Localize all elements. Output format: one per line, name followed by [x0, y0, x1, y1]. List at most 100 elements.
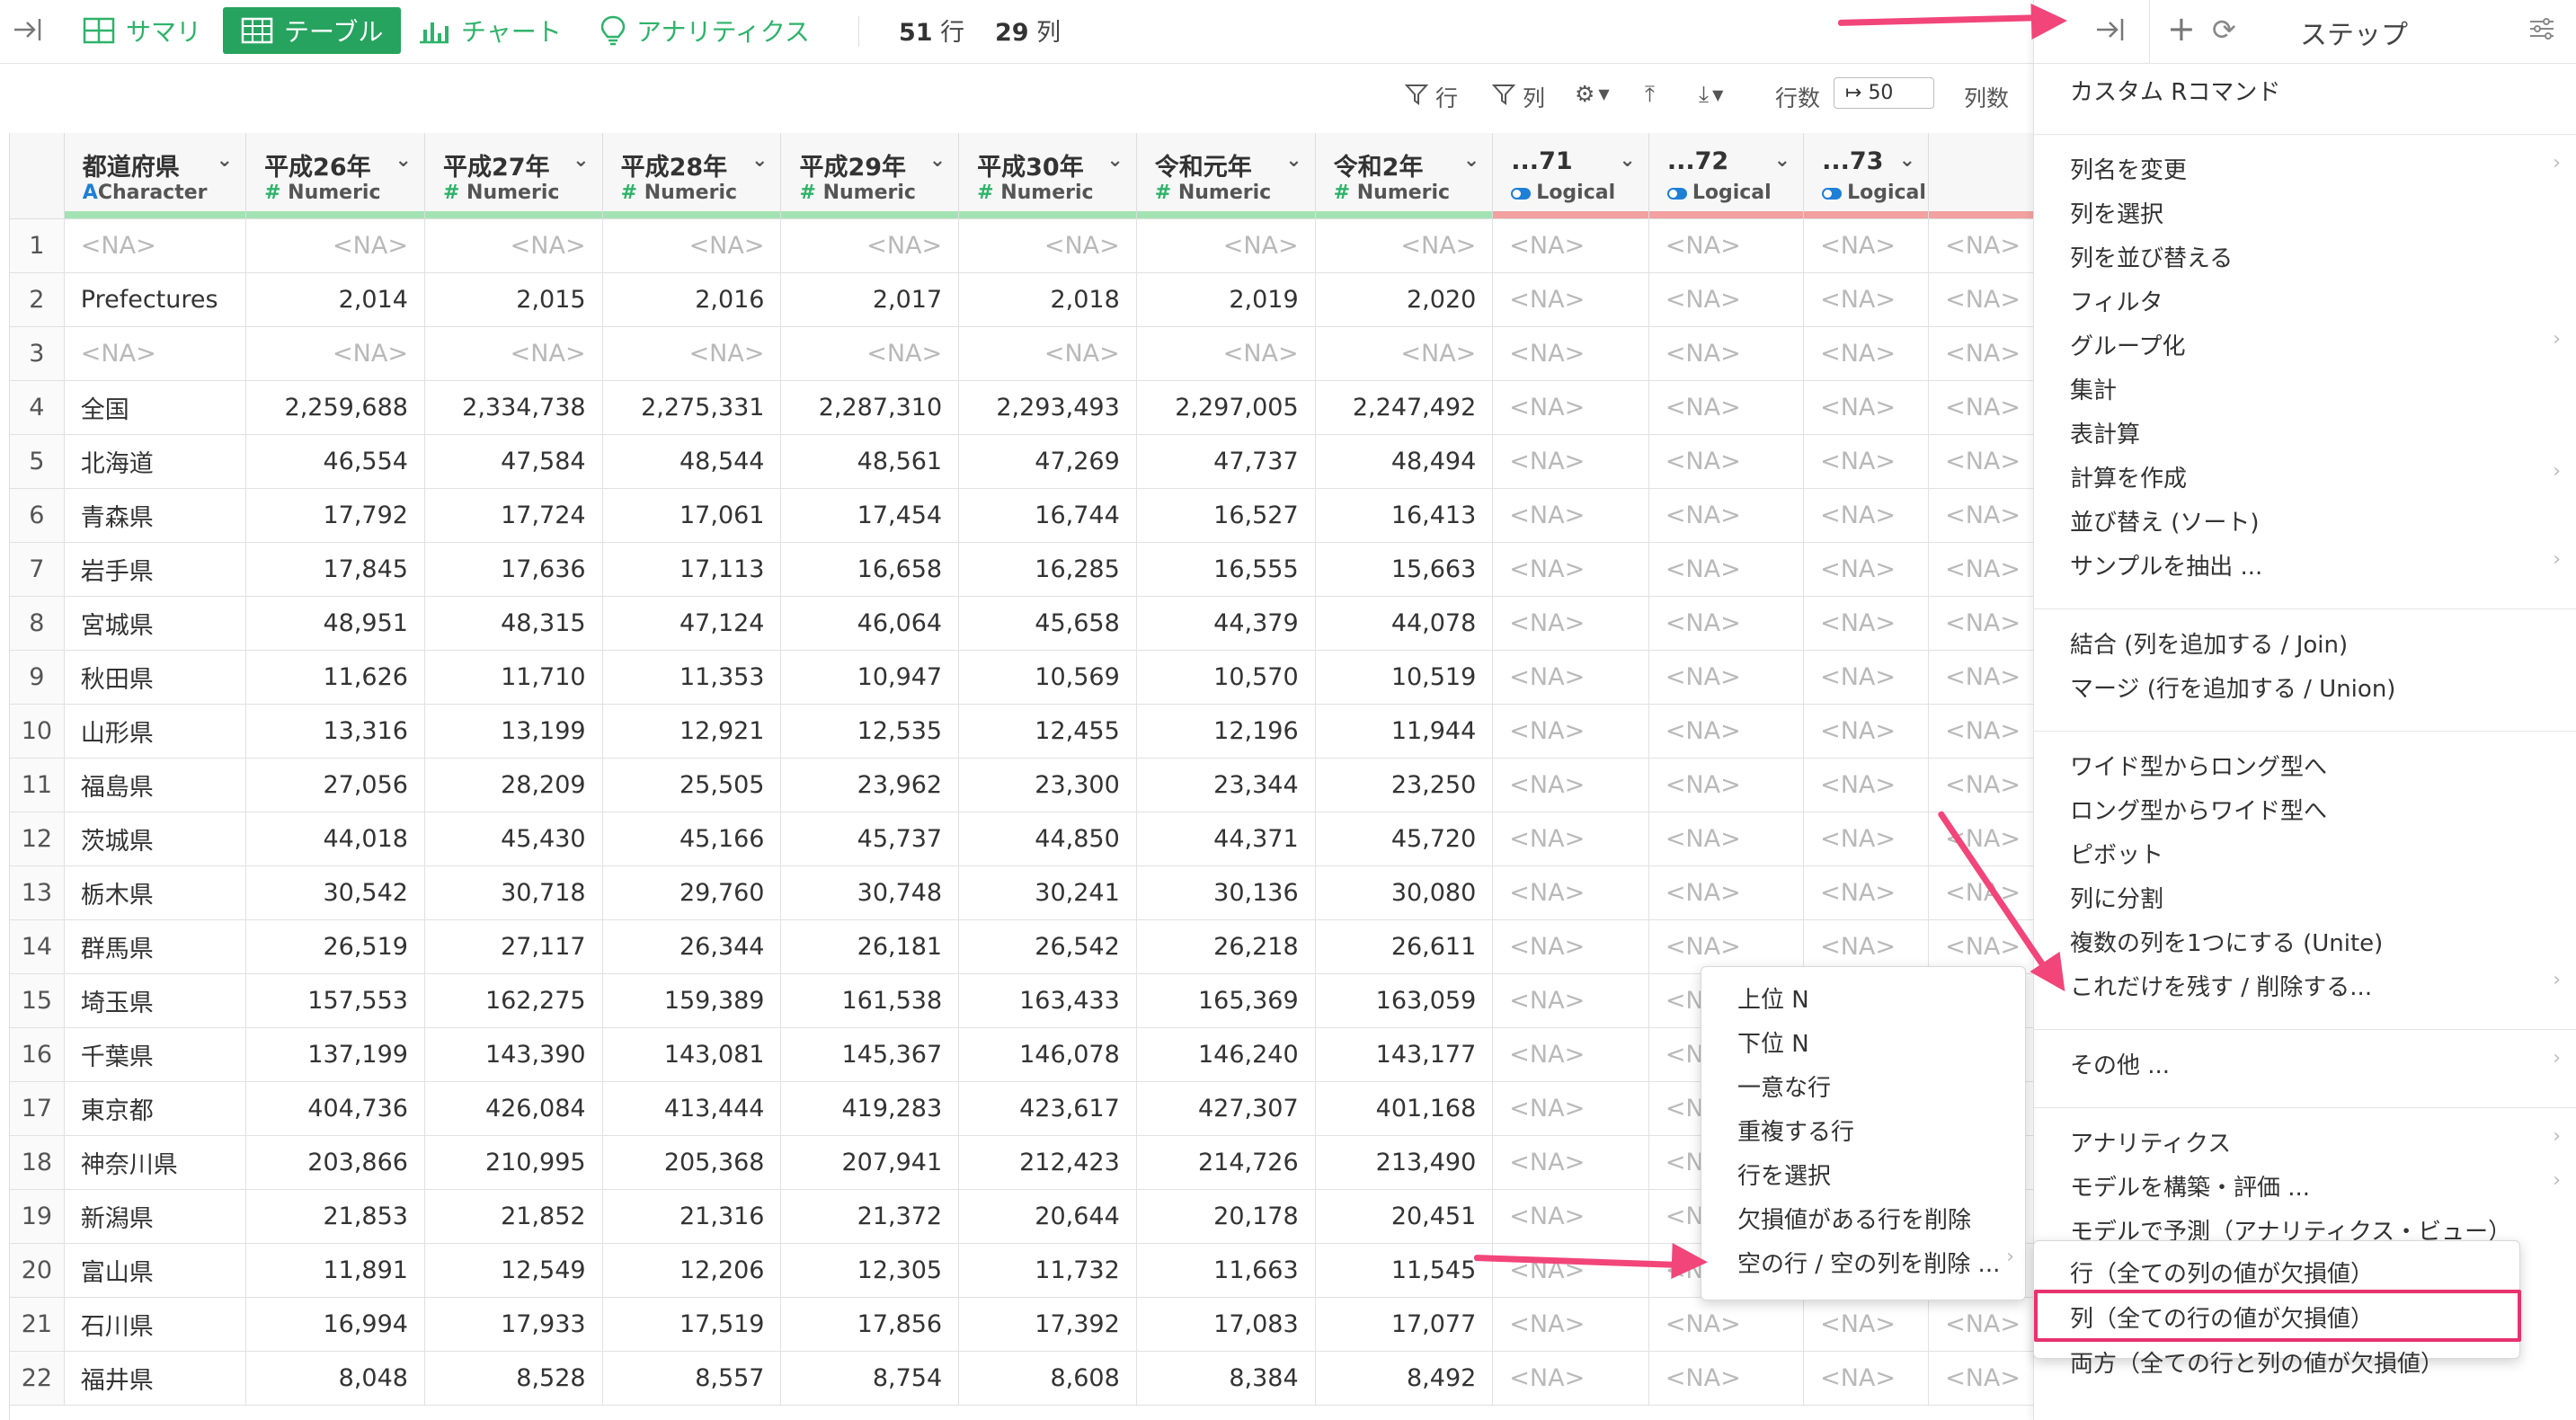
- submenu-item[interactable]: 上位 N: [1737, 981, 1809, 1015]
- table-cell: <NA>: [1492, 326, 1649, 381]
- table-cell: 2,275,331: [602, 380, 782, 435]
- tab-summary[interactable]: サマリ: [83, 7, 201, 54]
- menu-item[interactable]: マージ (行を追加する / Union): [2070, 670, 2395, 704]
- table-cell: 161,538: [780, 973, 960, 1028]
- refresh-icon[interactable]: ⟳: [2212, 13, 2236, 47]
- chevron-down-icon[interactable]: ⌄: [1619, 149, 1635, 172]
- row-count-input[interactable]: ↦ 50: [1834, 77, 1934, 109]
- table-cell: <NA>: [1648, 434, 1805, 489]
- table-cell: 207,941: [780, 1135, 960, 1190]
- column-header[interactable]: ...73 Logical ⌄: [1803, 133, 1930, 219]
- column-type: Logical: [1666, 182, 1772, 204]
- download-dropdown[interactable]: ⤓ ▼: [1699, 81, 1723, 108]
- sliders-icon[interactable]: [2528, 16, 2555, 45]
- column-header[interactable]: ...72 Logical ⌄: [1648, 133, 1805, 219]
- column-count: 29 列: [995, 13, 1061, 48]
- menu-item[interactable]: ロング型からワイド型へ: [2070, 793, 2327, 826]
- submenu-item[interactable]: 行（全ての列の値が欠損値）: [2070, 1256, 2374, 1289]
- table-row: 22 福井県 8,048 8,528 8,557 8,754 8,608 8,384 8,492…: [10, 1351, 2038, 1406]
- menu-item[interactable]: 列名を変更: [2070, 152, 2187, 185]
- table-cell: 福島県: [64, 758, 247, 812]
- submenu-item[interactable]: 行を選択: [1737, 1158, 1831, 1191]
- tab-table[interactable]: テーブル: [223, 7, 402, 54]
- chevron-down-icon[interactable]: ⌄: [1106, 149, 1123, 172]
- chevron-down-icon[interactable]: ⌄: [1463, 149, 1479, 172]
- chevron-down-icon[interactable]: ⌄: [1899, 149, 1915, 172]
- chevron-down-icon[interactable]: ⌄: [1774, 149, 1790, 172]
- menu-item[interactable]: ピボット: [2070, 837, 2163, 870]
- upload-icon[interactable]: ⤒: [1645, 81, 1655, 108]
- table-cell: <NA>: [1315, 218, 1494, 273]
- table-cell: <NA>: [1648, 542, 1805, 597]
- column-header[interactable]: [1928, 133, 2038, 219]
- menu-item[interactable]: 集計: [2070, 372, 2117, 405]
- table-cell: <NA>: [1928, 758, 2038, 812]
- table-cell: <NA>: [1492, 1081, 1649, 1136]
- menu-item[interactable]: 列に分割: [2070, 881, 2163, 914]
- table-cell: 26,542: [958, 919, 1137, 974]
- menu-item[interactable]: 結合 (列を追加する / Join): [2070, 626, 2348, 660]
- menu-item[interactable]: モデルを構築・評価 ...: [2070, 1169, 2310, 1203]
- tab-analytics[interactable]: アナリティクス: [600, 7, 810, 54]
- column-header[interactable]: 平成28年 # Numeric ⌄: [602, 133, 782, 219]
- menu-item[interactable]: サンプルを抽出 ...: [2070, 548, 2262, 581]
- chevron-down-icon[interactable]: ⌄: [395, 149, 412, 172]
- column-type-label: Character: [97, 182, 208, 204]
- menu-item[interactable]: グループ化: [2070, 328, 2185, 361]
- settings-dropdown[interactable]: ⚙ ▼: [1575, 81, 1610, 107]
- column-name: 平成30年: [977, 154, 1084, 182]
- table-cell: 東京都: [64, 1081, 247, 1136]
- menu-item[interactable]: 表計算: [2070, 416, 2140, 449]
- table-cell: 20,451: [1315, 1189, 1494, 1244]
- column-quality-bar: [1315, 211, 1493, 218]
- table-cell: 8,492: [1315, 1351, 1494, 1406]
- chevron-down-icon[interactable]: ⌄: [929, 149, 946, 172]
- submenu-item[interactable]: 一意な行: [1737, 1069, 1831, 1103]
- menu-item[interactable]: その他 ...: [2070, 1047, 2170, 1080]
- chevron-down-icon[interactable]: ⌄: [217, 149, 233, 172]
- column-header[interactable]: 令和元年 # Numeric ⌄: [1136, 133, 1316, 219]
- row-number: 13: [10, 865, 65, 920]
- step-menu: カスタム Rコマンド 列名を変更 › 列を選択 列を並び替える フィルタ グループ化 › 集計表…: [2034, 63, 2576, 1321]
- submenu-item[interactable]: 両方（全ての行と列の値が欠損値）: [2070, 1345, 2444, 1379]
- table-cell: 福井県: [64, 1351, 247, 1406]
- submenu-item[interactable]: 欠損値がある行を削除: [1737, 1202, 1971, 1235]
- column-header[interactable]: ...71 Logical ⌄: [1492, 133, 1649, 219]
- table-cell: <NA>: [602, 326, 782, 381]
- menu-item[interactable]: フィルタ: [2070, 284, 2163, 317]
- chevron-down-icon[interactable]: ⌄: [1285, 149, 1301, 172]
- column-header[interactable]: 平成30年 # Numeric ⌄: [958, 133, 1137, 219]
- menu-item[interactable]: アナリティクス: [2070, 1125, 2231, 1158]
- menu-item[interactable]: 並び替え (ソート): [2070, 504, 2260, 537]
- menu-item[interactable]: これだけを残す / 削除する...: [2070, 969, 2372, 1002]
- column-header[interactable]: 平成27年 # Numeric ⌄: [424, 133, 603, 219]
- table-cell: 26,181: [780, 919, 960, 974]
- column-name: 都道府県: [82, 154, 180, 182]
- table-cell: 48,951: [245, 596, 425, 651]
- column-header[interactable]: 平成29年 # Numeric ⌄: [780, 133, 960, 219]
- chevron-down-icon[interactable]: ⌄: [573, 149, 589, 172]
- table-cell: <NA>: [1803, 218, 1930, 273]
- menu-item[interactable]: 列を並び替える: [2070, 240, 2233, 273]
- table-cell: 44,078: [1315, 596, 1494, 651]
- menu-item[interactable]: カスタム Rコマンド: [2070, 74, 2280, 107]
- collapse-right-icon[interactable]: [2095, 16, 2126, 47]
- menu-item[interactable]: 列を選択: [2070, 196, 2163, 229]
- column-header[interactable]: 平成26年 # Numeric ⌄: [245, 133, 425, 219]
- tab-chart[interactable]: チャート: [418, 7, 562, 54]
- menu-item[interactable]: ワイド型からロング型へ: [2070, 749, 2327, 782]
- submenu-item[interactable]: 下位 N: [1737, 1025, 1809, 1059]
- column-header[interactable]: 都道府県 ACharacter ⌄: [64, 133, 247, 219]
- table-cell: 21,316: [602, 1189, 782, 1244]
- menu-item[interactable]: 複数の列を1つにする (Unite): [2070, 925, 2383, 958]
- row-filter-button[interactable]: 行: [1404, 81, 1458, 113]
- collapse-left-icon[interactable]: [13, 16, 43, 47]
- column-header[interactable]: 令和2年 # Numeric ⌄: [1315, 133, 1494, 219]
- submenu-item[interactable]: 重複する行: [1737, 1114, 1854, 1147]
- chevron-down-icon[interactable]: ⌄: [751, 149, 768, 172]
- submenu-item[interactable]: 空の行 / 空の列を削除 ...: [1737, 1246, 2000, 1279]
- column-filter-button[interactable]: 列: [1491, 81, 1545, 113]
- menu-item[interactable]: 計算を作成: [2070, 460, 2187, 493]
- gear-icon: ⚙: [1575, 81, 1595, 107]
- add-step-icon[interactable]: +: [2167, 9, 2196, 49]
